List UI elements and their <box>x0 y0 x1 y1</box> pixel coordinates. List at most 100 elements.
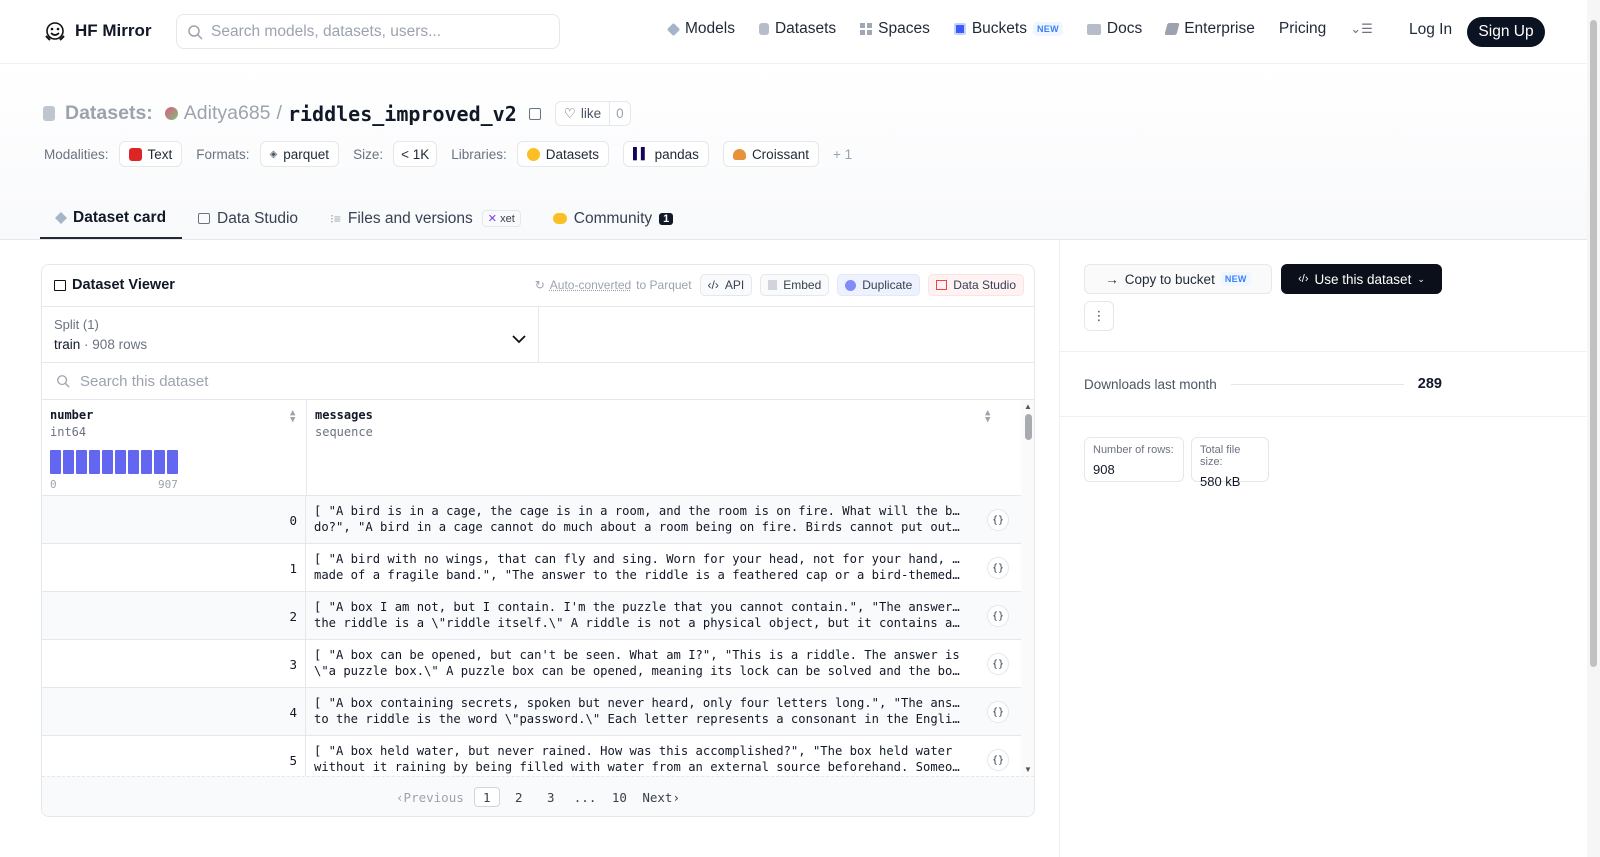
histogram-bar[interactable] <box>115 450 126 474</box>
global-search-input[interactable]: Search models, datasets, users... <box>176 14 560 49</box>
table-row[interactable]: 4 [ "A box containing secrets, spoken but… <box>42 688 1021 736</box>
library-chip-datasets[interactable]: Datasets <box>516 141 610 167</box>
histogram-bar[interactable] <box>89 450 100 474</box>
cell-line: made of a fragile band.", "The answer to… <box>314 567 960 582</box>
hf-emoji-icon <box>526 147 540 161</box>
format-chip[interactable]: ◈ parquet <box>259 141 340 167</box>
tab-community[interactable]: Community 1 <box>537 198 690 239</box>
next-page-button[interactable]: Next › <box>638 787 684 807</box>
nav-label: Models <box>685 20 735 37</box>
table-row[interactable]: 0 [ "A bird is in a cage, the cage is in … <box>42 496 1021 544</box>
nav-item-datasets[interactable]: Datasets <box>758 20 836 38</box>
split-selector[interactable]: Split (1) train · 908 rows <box>42 307 539 363</box>
json-expand-icon[interactable]: {} <box>987 509 1009 531</box>
login-link[interactable]: Log In <box>1409 21 1452 39</box>
previous-page-button[interactable]: ‹ Previous <box>392 787 468 807</box>
json-expand-icon[interactable]: {} <box>987 653 1009 675</box>
table-icon <box>198 213 211 224</box>
column-number[interactable]: number int64 0 907 ▲ ▼ <box>42 400 307 496</box>
cell-messages[interactable]: [ "A bird with no wings, that can fly an… <box>314 552 962 583</box>
btn-label: Copy to bucket <box>1124 271 1215 287</box>
page-scrollbar[interactable] <box>1587 0 1600 857</box>
histogram-bar[interactable] <box>128 450 139 474</box>
nav-item-buckets[interactable]: Buckets NEW <box>953 20 1063 38</box>
nav-item-docs[interactable]: Docs <box>1086 20 1142 38</box>
table-scrollbar[interactable]: ▲ ▼ <box>1021 400 1034 776</box>
embed-button[interactable]: Embed <box>760 274 830 296</box>
cell-number[interactable]: 1 <box>42 544 306 592</box>
table-row[interactable]: 2 [ "A box I am not, but I contain. I'm t… <box>42 592 1021 640</box>
copy-to-bucket-button[interactable]: → Copy to bucket NEW <box>1084 264 1272 294</box>
scroll-thumb[interactable] <box>1590 20 1597 667</box>
cell-number[interactable]: 3 <box>42 640 306 688</box>
cell-messages[interactable]: [ "A box containing secrets, spoken but … <box>314 696 962 727</box>
more-libraries[interactable]: + 1 <box>833 147 852 162</box>
like-button[interactable]: ♡ like 0 <box>554 101 631 126</box>
owner-link[interactable]: Aditya685 <box>184 102 271 125</box>
library-chip-croissant[interactable]: Croissant <box>722 141 819 167</box>
nav-item-models[interactable]: Models <box>666 20 735 38</box>
community-icon <box>552 213 567 224</box>
signup-button[interactable]: Sign Up <box>1467 17 1545 47</box>
copy-icon[interactable] <box>528 107 541 120</box>
tab-files-versions[interactable]: ⁝≡ Files and versions ✕ xet <box>314 198 537 239</box>
auto-converted-link[interactable]: Auto-converted <box>550 278 631 292</box>
histogram-bar[interactable] <box>50 450 61 474</box>
dataset-name[interactable]: riddles_improved_v2 <box>288 102 517 126</box>
library-chip-pandas[interactable]: ▌▌ pandas <box>623 141 709 167</box>
more-menu-icon[interactable]: ⌄☰ <box>1350 21 1373 37</box>
api-button[interactable]: ‹/› API <box>699 274 753 296</box>
page-2-button[interactable]: 2 <box>506 787 532 807</box>
json-expand-icon[interactable]: {} <box>987 701 1009 723</box>
page-10-button[interactable]: 10 <box>606 787 632 807</box>
chip-label: parquet <box>283 146 330 162</box>
number-histogram[interactable] <box>50 450 178 474</box>
xet-label: xet <box>500 213 515 225</box>
table-row[interactable]: 5 [ "A box held water, but never rained. … <box>42 736 1021 776</box>
nav-item-spaces[interactable]: Spaces <box>860 20 930 38</box>
page-1-button[interactable]: 1 <box>473 787 500 807</box>
sort-icon[interactable]: ▲ ▼ <box>290 409 295 425</box>
duplicate-icon <box>845 279 857 291</box>
table-row[interactable]: 3 [ "A box can be opened, but can't be se… <box>42 640 1021 688</box>
use-this-dataset-button[interactable]: ‹/› Use this dataset ⌄ <box>1281 264 1442 294</box>
data-rows: 0 [ "A bird is in a cage, the cage is in … <box>42 496 1021 776</box>
cell-number[interactable]: 4 <box>42 688 306 736</box>
cell-messages[interactable]: [ "A box can be opened, but can't be see… <box>314 648 962 679</box>
cell-messages[interactable]: [ "A box held water, but never rained. H… <box>314 744 962 775</box>
modality-chip[interactable]: Text <box>118 141 183 167</box>
duplicate-button[interactable]: Duplicate <box>837 274 921 296</box>
sort-icon[interactable]: ▲ ▼ <box>985 409 990 425</box>
table-row[interactable]: 1 [ "A bird with no wings, that can fly a… <box>42 544 1021 592</box>
json-expand-icon[interactable]: {} <box>987 749 1009 771</box>
histogram-bar[interactable] <box>76 450 87 474</box>
size-chip[interactable]: < 1K <box>393 141 438 167</box>
cell-number[interactable]: 5 <box>42 736 306 776</box>
scroll-down-icon[interactable]: ▼ <box>1024 765 1032 774</box>
json-expand-icon[interactable]: {} <box>987 605 1009 627</box>
dataset-search-input[interactable]: Search this dataset <box>42 363 1034 400</box>
brand-logo[interactable]: HF Mirror <box>43 20 152 42</box>
json-expand-icon[interactable]: {} <box>987 557 1009 579</box>
page-3-button[interactable]: 3 <box>538 787 564 807</box>
histogram-bar[interactable] <box>167 450 178 474</box>
column-messages[interactable]: messages sequence ▲ ▼ <box>307 400 1021 496</box>
code-icon: ‹/› <box>1298 273 1309 285</box>
cell-messages[interactable]: [ "A box I am not, but I contain. I'm th… <box>314 600 962 631</box>
tab-dataset-card[interactable]: Dataset card <box>40 198 183 239</box>
cell-number[interactable]: 2 <box>42 592 306 640</box>
cell-messages[interactable]: [ "A bird is in a cage, the cage is in a… <box>314 504 962 535</box>
nav-item-pricing[interactable]: Pricing <box>1279 20 1326 38</box>
dataset-icon <box>758 23 769 35</box>
tab-data-studio[interactable]: Data Studio <box>182 198 314 239</box>
histogram-bar[interactable] <box>102 450 113 474</box>
cell-number[interactable]: 0 <box>42 496 306 544</box>
scroll-thumb[interactable] <box>1025 414 1032 440</box>
histogram-bar[interactable] <box>141 450 152 474</box>
nav-item-enterprise[interactable]: Enterprise <box>1164 20 1255 38</box>
histogram-bar[interactable] <box>154 450 165 474</box>
data-studio-button[interactable]: Data Studio <box>928 274 1024 296</box>
scroll-up-icon[interactable]: ▲ <box>1024 402 1032 411</box>
histogram-bar[interactable] <box>63 450 74 474</box>
more-options-icon[interactable]: ⋮ <box>1084 301 1114 331</box>
